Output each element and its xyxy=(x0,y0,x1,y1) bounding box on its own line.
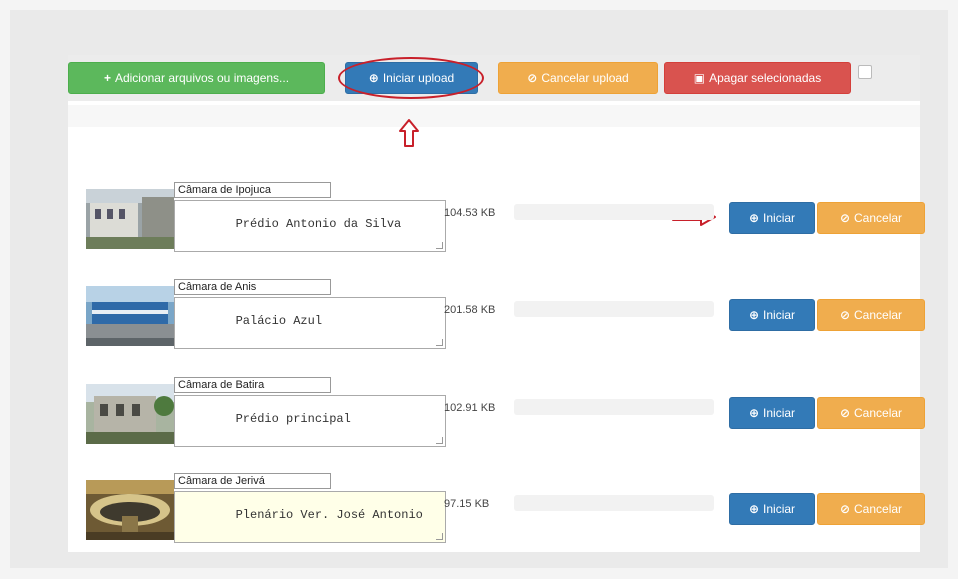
file-size: 102.91 KB xyxy=(444,402,496,414)
delete-selected-button[interactable]: ▣ Apagar selecionadas xyxy=(664,62,851,94)
upload-form: + Adicionar arquivos ou imagens... ⊕ Ini… xyxy=(68,55,925,553)
start-file-button[interactable]: ⊕ Iniciar xyxy=(729,202,815,234)
file-row: Câmara de Jerivá Plenário Ver. José Anto… xyxy=(68,473,925,553)
file-description-textarea[interactable]: Prédio principal xyxy=(174,395,446,447)
add-files-button[interactable]: + Adicionar arquivos ou imagens... xyxy=(68,62,325,94)
upload-icon: ⊕ xyxy=(368,71,379,85)
file-description-text: Palácio Azul xyxy=(235,314,323,328)
start-file-label: Iniciar xyxy=(763,211,796,225)
start-file-label: Iniciar xyxy=(763,406,796,420)
start-file-label: Iniciar xyxy=(763,308,796,322)
file-title-input[interactable]: Câmara de Anis xyxy=(174,279,331,295)
file-size: 201.58 KB xyxy=(444,304,496,316)
file-thumbnail xyxy=(86,480,174,540)
file-title-input[interactable]: Câmara de Jerivá xyxy=(174,473,331,489)
trash-icon: ▣ xyxy=(693,71,706,85)
start-file-button[interactable]: ⊕ Iniciar xyxy=(729,493,815,525)
ban-icon: ⊘ xyxy=(839,308,851,322)
file-title-input[interactable]: Câmara de Ipojuca xyxy=(174,182,331,198)
ban-icon: ⊘ xyxy=(527,71,538,85)
upload-icon: ⊕ xyxy=(748,406,760,420)
cancel-file-button[interactable]: ⊘ Cancelar xyxy=(817,493,925,525)
start-file-button[interactable]: ⊕ Iniciar xyxy=(729,397,815,429)
resize-grip-icon[interactable] xyxy=(436,437,443,444)
file-progress-bar xyxy=(514,301,714,317)
file-description-textarea[interactable]: Palácio Azul xyxy=(174,297,446,349)
file-description-text: Prédio Antonio da Silva xyxy=(235,217,402,231)
file-description-textarea[interactable]: Plenário Ver. José Antonio xyxy=(174,491,446,543)
cancel-file-button[interactable]: ⊘ Cancelar xyxy=(817,397,925,429)
file-progress-bar xyxy=(514,399,714,415)
ban-icon: ⊘ xyxy=(839,502,851,516)
file-size: 104.53 KB xyxy=(444,207,496,219)
file-progress-bar xyxy=(514,495,714,511)
cancel-file-button[interactable]: ⊘ Cancelar xyxy=(817,299,925,331)
cancel-file-label: Cancelar xyxy=(854,308,903,322)
file-description-text: Prédio principal xyxy=(235,412,351,426)
resize-grip-icon[interactable] xyxy=(436,533,443,540)
file-row: Câmara de Batira Prédio principal 102.91… xyxy=(68,377,925,457)
cancel-file-label: Cancelar xyxy=(854,211,903,225)
ban-icon: ⊘ xyxy=(839,406,851,420)
cancel-upload-label: Cancelar upload xyxy=(541,71,629,85)
file-progress-bar xyxy=(514,204,714,220)
global-progress-bar xyxy=(68,105,920,127)
file-thumbnail xyxy=(86,189,174,249)
cancel-file-button[interactable]: ⊘ Cancelar xyxy=(817,202,925,234)
upload-panel: + Adicionar arquivos ou imagens... ⊕ Ini… xyxy=(10,10,948,568)
start-file-label: Iniciar xyxy=(763,502,796,516)
file-title-input[interactable]: Câmara de Batira xyxy=(174,377,331,393)
cancel-file-label: Cancelar xyxy=(854,502,903,516)
file-description-text: Plenário Ver. José Antonio xyxy=(235,508,423,522)
select-all-checkbox[interactable] xyxy=(858,65,872,79)
start-upload-button[interactable]: ⊕ Iniciar upload xyxy=(345,62,478,94)
cancel-file-label: Cancelar xyxy=(854,406,903,420)
file-thumbnail xyxy=(86,286,174,346)
cancel-upload-button[interactable]: ⊘ Cancelar upload xyxy=(498,62,658,94)
file-description-textarea[interactable]: Prédio Antonio da Silva xyxy=(174,200,446,252)
ban-icon: ⊘ xyxy=(839,211,851,225)
file-size: 97.15 KB xyxy=(444,498,490,510)
add-files-label: Adicionar arquivos ou imagens... xyxy=(114,71,290,85)
file-thumbnail xyxy=(86,384,174,444)
up-arrow-annotation-icon xyxy=(399,119,419,147)
plus-icon: + xyxy=(103,71,111,85)
upload-toolbar: + Adicionar arquivos ou imagens... ⊕ Ini… xyxy=(68,55,920,101)
start-upload-label: Iniciar upload xyxy=(382,71,455,85)
upload-icon: ⊕ xyxy=(748,211,760,225)
resize-grip-icon[interactable] xyxy=(436,339,443,346)
upload-icon: ⊕ xyxy=(748,308,760,322)
start-file-button[interactable]: ⊕ Iniciar xyxy=(729,299,815,331)
resize-grip-icon[interactable] xyxy=(436,242,443,249)
delete-selected-label: Apagar selecionadas xyxy=(709,71,822,85)
upload-icon: ⊕ xyxy=(748,502,760,516)
file-row: Câmara de Anis Palácio Azul 201.58 KB ⊕ … xyxy=(68,279,925,359)
file-row: Câmara de Ipojuca Prédio Antonio da Silv… xyxy=(68,182,925,262)
